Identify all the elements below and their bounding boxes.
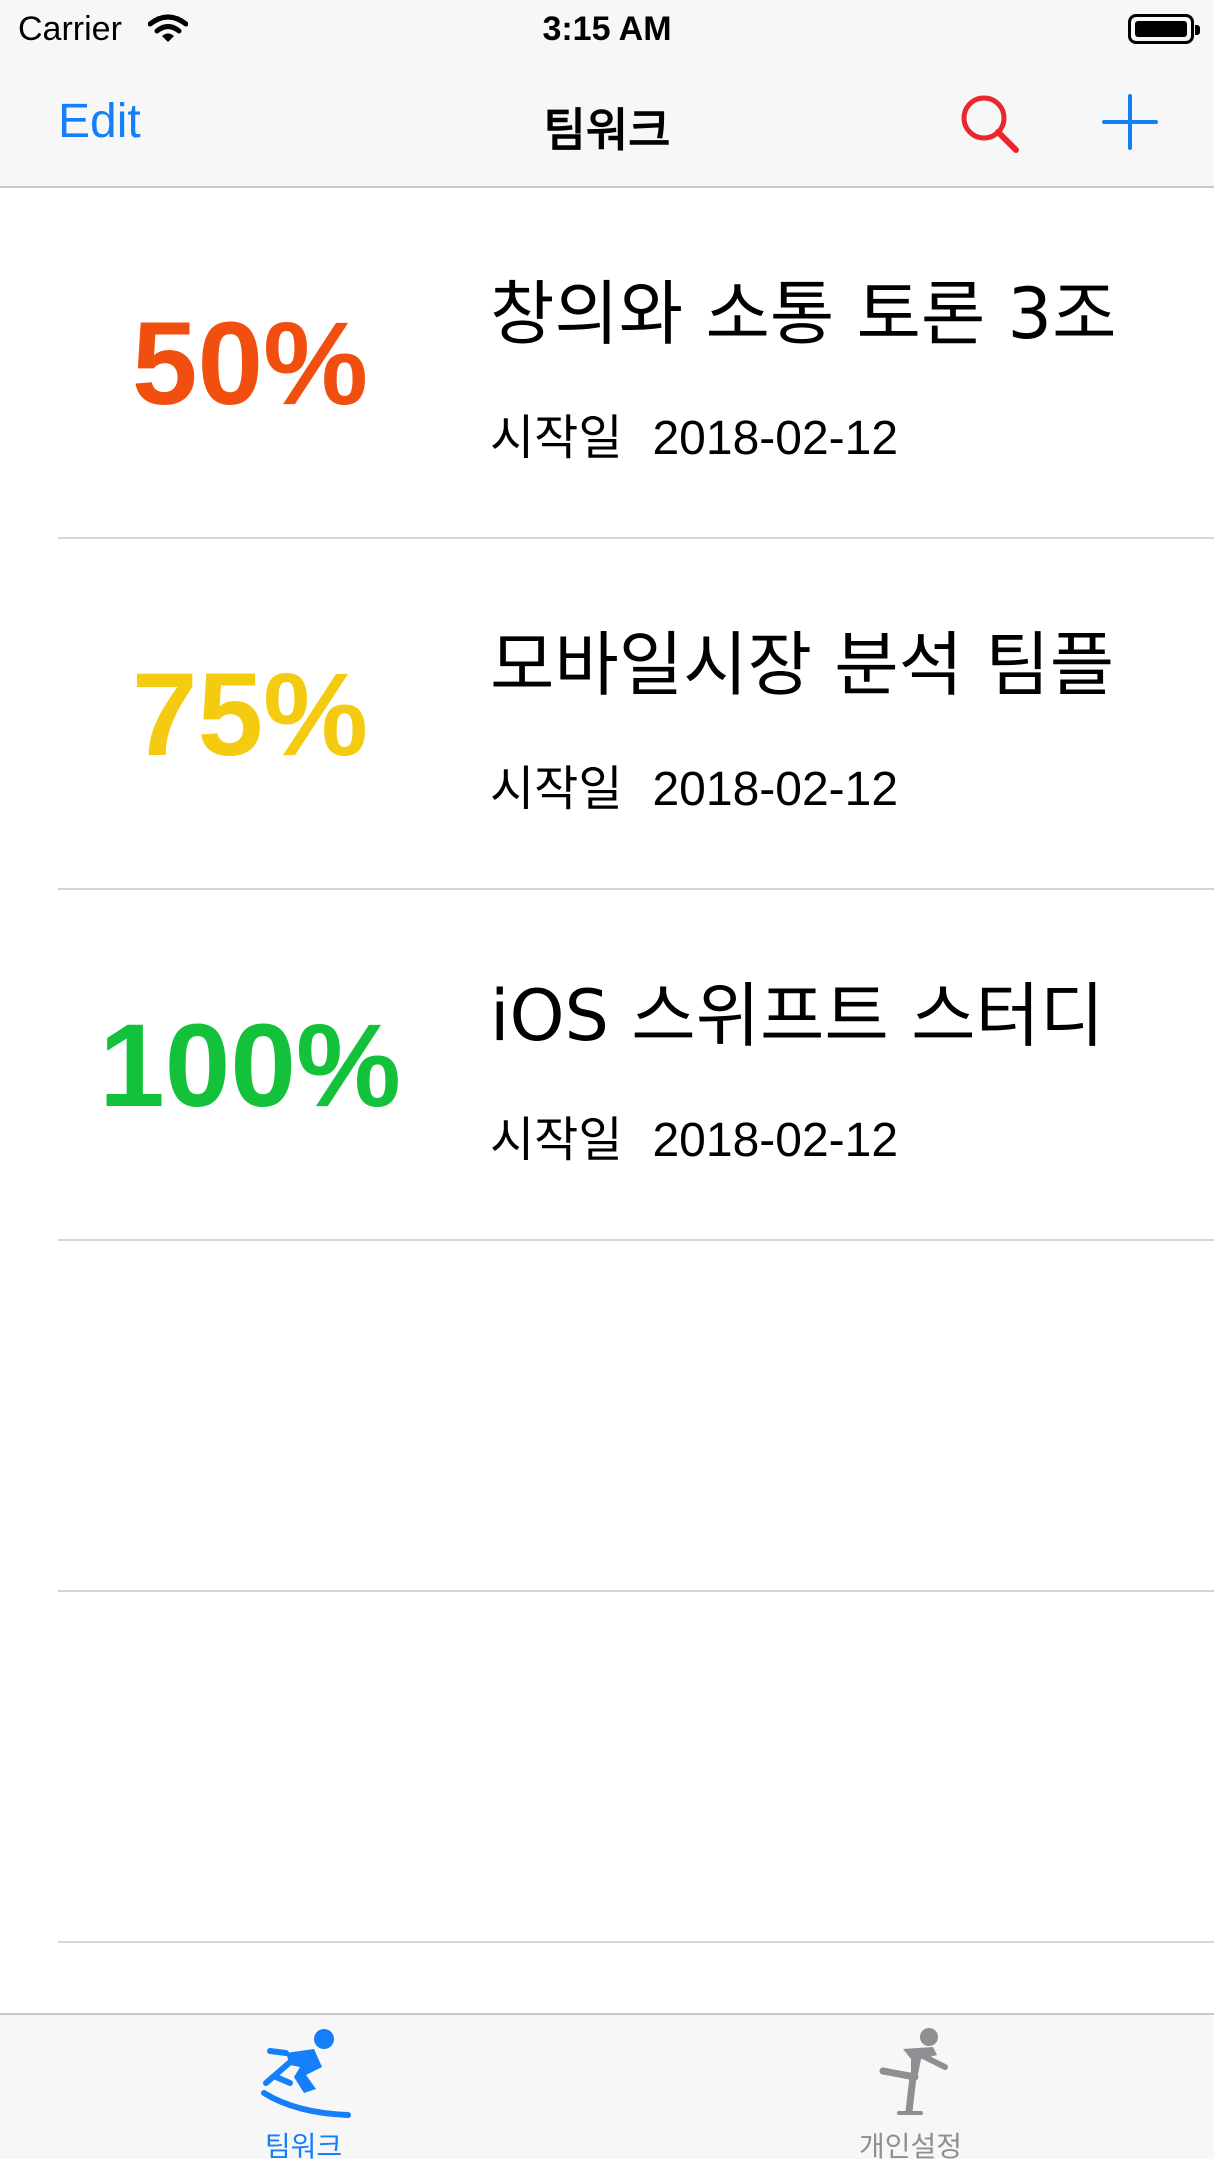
start-date: 2018-02-12 xyxy=(652,412,899,465)
start-label: 시작일 xyxy=(490,410,623,466)
skier-icon xyxy=(260,2029,351,2118)
start-date-line: 시작일 2018-02-12 xyxy=(490,1100,898,1170)
team-list: 50% 창의와 소통 토론 3조 시작일 2018-02-12 75% 모바일시장… xyxy=(0,188,1214,1943)
page-title: 팀워크 xyxy=(543,103,671,157)
empty-row xyxy=(0,1241,1214,1592)
search-icon[interactable] xyxy=(958,92,1022,156)
team-title: 창의와 소통 토론 3조 xyxy=(490,273,1117,355)
progress-percent: 100% xyxy=(99,999,401,1132)
status-bar: Carrier 3:15 AM xyxy=(0,0,1214,62)
navigation-bar: Edit 팀워크 xyxy=(0,62,1214,188)
battery-icon xyxy=(1128,14,1200,44)
tab-teamwork[interactable]: 팀워크 xyxy=(0,2015,607,2163)
row-divider xyxy=(58,1941,1214,1943)
tab-settings[interactable]: 개인설정 xyxy=(607,2015,1214,2163)
start-label: 시작일 xyxy=(490,1112,623,1168)
team-row[interactable]: 50% 창의와 소통 토론 3조 시작일 2018-02-12 xyxy=(0,188,1214,539)
skater-icon xyxy=(879,2028,948,2115)
start-date: 2018-02-12 xyxy=(652,763,899,816)
tab-label: 개인설정 xyxy=(858,2130,963,2163)
team-title: iOS 스위프트 스터디 xyxy=(490,975,1105,1057)
team-title: 모바일시장 분석 팀플 xyxy=(490,624,1115,706)
status-time: 3:15 AM xyxy=(542,10,672,48)
start-date-line: 시작일 2018-02-12 xyxy=(490,749,898,819)
start-date-line: 시작일 2018-02-12 xyxy=(490,398,898,468)
tab-bar: 팀워크 개인설정 xyxy=(0,2013,1214,2163)
team-row[interactable]: 100% iOS 스위프트 스터디 시작일 2018-02-12 xyxy=(0,890,1214,1241)
empty-row xyxy=(0,1592,1214,1943)
progress-percent: 75% xyxy=(131,648,369,781)
start-date: 2018-02-12 xyxy=(652,1114,899,1167)
start-label: 시작일 xyxy=(490,761,623,817)
tab-label: 팀워크 xyxy=(264,2130,343,2163)
plus-icon[interactable] xyxy=(1100,92,1160,152)
team-row[interactable]: 75% 모바일시장 분석 팀플 시작일 2018-02-12 xyxy=(0,539,1214,890)
progress-percent: 50% xyxy=(131,297,369,430)
